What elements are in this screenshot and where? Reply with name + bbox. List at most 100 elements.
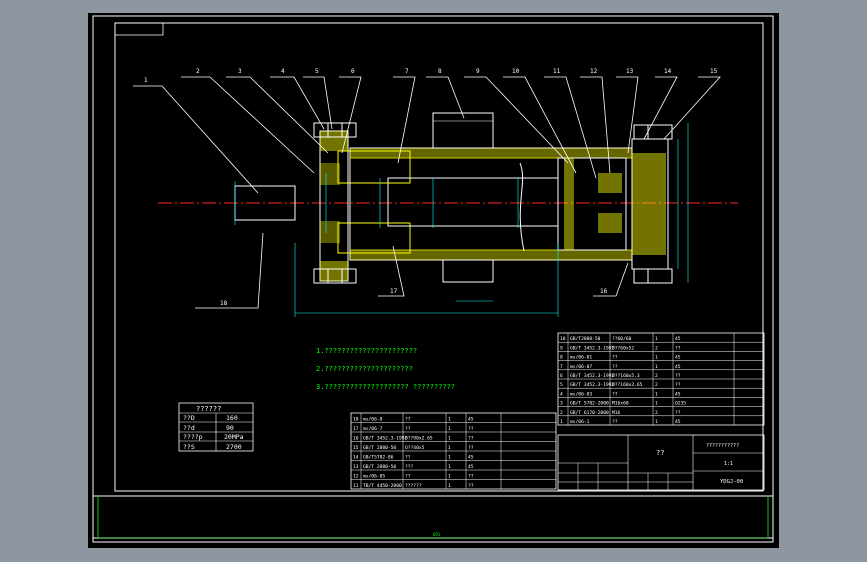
bom-table-lower: 18 ms/06-8?? 1 45 17 ms/06-7?? 1 ?? 16 GB/T 3452.… xyxy=(350,412,557,490)
title-block-name: ?? xyxy=(656,449,664,457)
bom-upper-row-10-col-3: ?? xyxy=(612,419,618,425)
bom-upper-row-3-col-1: 8 xyxy=(560,355,563,361)
bom-upper-row-3-col-5: 45 xyxy=(675,355,681,361)
bom-upper-row-7-col-2: ms/06-03 xyxy=(570,391,592,397)
oil-port-bottom xyxy=(442,259,494,283)
piston xyxy=(557,157,627,251)
note-2: 2.????????????????????? xyxy=(316,365,413,373)
inner-rod xyxy=(387,162,559,252)
bom-lower-row-7-col-1: 12 xyxy=(353,474,359,480)
balloon-3: 3 xyxy=(238,68,242,75)
bom-lower-row-5-col-5: 45 xyxy=(468,455,474,461)
spec-row-2-value: 90 xyxy=(226,424,234,432)
bom-lower-row-6-col-1: 13 xyxy=(353,464,359,470)
balloon-15: 15 xyxy=(710,68,718,75)
bom-lower-row-7-col-3: ?? xyxy=(405,474,411,480)
bom-upper-row-10-col-4: 1 xyxy=(655,419,658,425)
bom-upper-row-7-col-5: 45 xyxy=(675,391,681,397)
bom-upper-row-9-col-2: GB/T 6170-2000 xyxy=(570,410,609,416)
bom-upper-row-6-col-5: ?? xyxy=(675,382,681,388)
title-block-drawing-no: YDGJ-00 xyxy=(720,479,743,485)
bom-upper-row-5-col-5: ?? xyxy=(675,373,681,379)
bom-upper-row-7-col-3: ?? xyxy=(612,391,618,397)
bom-upper-row-2-col-1: 9 xyxy=(560,345,563,351)
bom-upper-row-9-col-3: M16 xyxy=(612,410,621,416)
rear-cover xyxy=(631,138,669,270)
bom-lower-row-2-col-3: ?? xyxy=(405,426,411,432)
bom-upper-row-2-col-3: O??60x52 xyxy=(612,345,634,351)
bom-lower-row-3-col-1: 16 xyxy=(353,436,359,442)
bottom-dimension-text: 691 xyxy=(433,532,441,537)
bom-lower-row-1-col-1: 18 xyxy=(353,417,359,423)
bom-lower-row-8-col-1: 11 xyxy=(353,483,359,489)
bom-upper-row-1-col-5: 45 xyxy=(675,336,681,342)
bom-lower-row-6-col-4: 1 xyxy=(448,464,451,470)
bom-upper-row-6-col-4: 2 xyxy=(655,382,658,388)
bom-lower-row-5-col-1: 14 xyxy=(353,455,359,461)
bom-upper-row-7-col-4: 1 xyxy=(655,391,658,397)
bom-lower-row-4-col-2: GB/T 2880-50 xyxy=(363,445,396,451)
balloon-12: 12 xyxy=(590,68,598,75)
bom-upper-row-4-col-1: 7 xyxy=(560,364,563,370)
spec-row-3-label: ????p xyxy=(183,433,203,441)
bom-upper-row-5-col-1: 6 xyxy=(560,373,563,379)
bom-upper-row-2-col-5: ?? xyxy=(675,345,681,351)
bom-upper-row-5-col-2: GB/T 3452.3-1992 xyxy=(570,373,614,379)
bom-table-upper: 10 GB/T2880-50 ??60/60 1 459 GB/T 3452.3-1992… xyxy=(557,332,765,426)
bom-upper-row-4-col-5: 45 xyxy=(675,364,681,370)
note-1: 1.?????????????????????? xyxy=(316,347,417,355)
bom-upper-row-2-col-4: 2 xyxy=(655,345,658,351)
bom-upper-row-4-col-4: 1 xyxy=(655,364,658,370)
balloon-14: 14 xyxy=(664,68,672,75)
bom-lower-row-2-col-2: ms/06-7 xyxy=(363,426,383,432)
title-block-ratio: 1:1 xyxy=(724,461,733,467)
balloon-7: 7 xyxy=(405,68,409,75)
bom-lower-row-3-col-3: O??90x2.65 xyxy=(405,436,433,442)
bom-lower-row-4-col-4: 1 xyxy=(448,445,451,451)
bom-lower-row-4-col-5: ?? xyxy=(468,445,474,451)
bom-upper-row-9-col-4: 2 xyxy=(655,410,658,416)
bom-lower-row-8-col-2: TB/T 4450-2000 xyxy=(363,483,402,489)
balloon-2: 2 xyxy=(196,68,200,75)
bom-upper-row-10-col-5: 45 xyxy=(675,419,681,425)
bom-upper-row-8-col-2: GB/T 5782-2000 xyxy=(570,401,609,407)
balloon-8: 8 xyxy=(438,68,442,75)
bom-lower-row-7-col-2: ms/06-05 xyxy=(363,474,385,480)
spec-table-title: ?????? xyxy=(196,405,221,413)
bom-lower-row-4-col-3: O??40x5 xyxy=(405,445,425,451)
balloon-17: 17 xyxy=(390,288,398,295)
balloon-10: 10 xyxy=(512,68,520,75)
balloon-16: 16 xyxy=(600,288,608,295)
bom-upper-row-4-col-3: ?? xyxy=(612,364,618,370)
bom-lower-row-1-col-2: ms/06-8 xyxy=(363,417,383,423)
bom-lower-row-7-col-4: 1 xyxy=(448,474,451,480)
bom-lower-row-2-col-4: 1 xyxy=(448,426,451,432)
balloon-1: 1 xyxy=(144,77,148,84)
bom-upper-row-3-col-3: ?? xyxy=(612,355,618,361)
title-block: ?? ??????????? 1:1 YDGJ-00 xyxy=(557,434,765,491)
bom-lower-row-3-col-2: GB/T 3452.3-1992 xyxy=(363,436,407,442)
bom-upper-row-5-col-4: 2 xyxy=(655,373,658,379)
balloon-6: 6 xyxy=(351,68,355,75)
bom-lower-row-7-col-5: ?? xyxy=(468,474,474,480)
bom-lower-row-2-col-1: 17 xyxy=(353,426,359,432)
bom-lower-row-1-col-5: 45 xyxy=(468,417,474,423)
bom-lower-row-8-col-4: 1 xyxy=(448,483,451,489)
bom-upper-row-8-col-3: M16x60 xyxy=(612,401,629,407)
bom-upper-row-1-col-4: 1 xyxy=(655,336,658,342)
oil-port-top xyxy=(432,112,494,149)
bom-upper-row-9-col-1: 2 xyxy=(560,410,563,416)
bom-upper-row-4-col-2: ms/06-07 xyxy=(570,364,592,370)
title-block-school: ??????????? xyxy=(706,443,739,449)
bom-upper-row-6-col-2: GB/T 3452.3-1992 xyxy=(570,382,614,388)
bom-lower-row-6-col-5: 45 xyxy=(468,464,474,470)
bom-upper-row-9-col-5: ?? xyxy=(675,410,681,416)
balloon-18: 18 xyxy=(220,300,228,307)
balloon-4: 4 xyxy=(281,68,285,75)
bom-lower-row-5-col-3: ?? xyxy=(405,455,411,461)
bom-lower-row-8-col-3: ?????? xyxy=(405,483,422,489)
spec-table: ?????? ??D 160 ??d 90 ????p 20MPa ??S 27… xyxy=(178,402,254,452)
bom-upper-row-8-col-1: 3 xyxy=(560,401,563,407)
bom-lower-row-3-col-5: ?? xyxy=(468,436,474,442)
outer-frame xyxy=(92,15,774,543)
